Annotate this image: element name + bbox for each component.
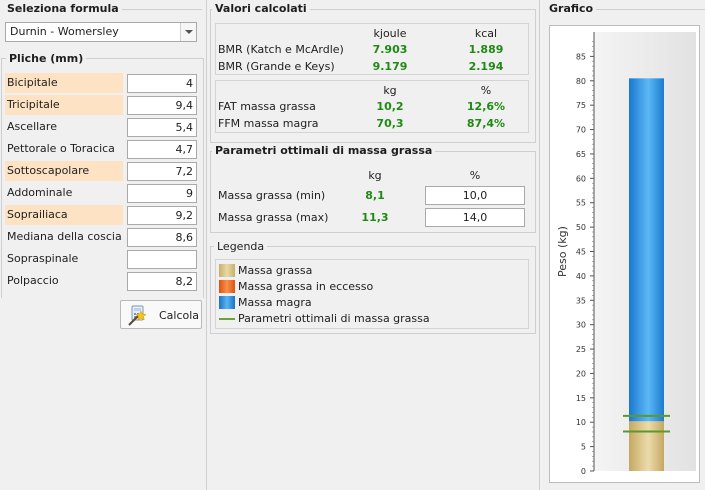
comp-row-label: FFM massa magra	[218, 117, 319, 130]
pliche-input[interactable]	[127, 250, 197, 269]
comp-row-pct: 12,6%	[466, 100, 506, 113]
bmr-row-kjoule: 9.179	[372, 60, 408, 73]
pliche-label: Mediana della coscia	[7, 230, 122, 243]
comp-row-kg: 70,3	[376, 117, 404, 130]
pliche-label: Sottoscapolare	[5, 161, 123, 181]
legend-label: Parametri ottimali di massa grassa	[238, 312, 430, 325]
y-tick-label: 10	[576, 418, 586, 427]
pliche-label: Pettorale o Toracica	[7, 142, 115, 155]
pliche-input[interactable]: 8,6	[127, 228, 197, 247]
pliche-label: Ascellare	[7, 120, 57, 133]
y-tick-label: 85	[576, 52, 586, 61]
comp-row-label: FAT massa grassa	[218, 100, 316, 113]
chevron-down-icon[interactable]	[180, 23, 196, 41]
comp-col1-header: kg	[383, 84, 397, 97]
bmr-row-kjoule: 7.903	[372, 43, 408, 56]
pliche-input[interactable]: 7,2	[127, 162, 197, 181]
pliche-input[interactable]: 8,2	[127, 272, 197, 291]
comp-col2-header: %	[480, 84, 492, 97]
y-axis-label: Peso (kg)	[556, 226, 569, 277]
legend-color-swatch	[219, 296, 235, 309]
y-tick-label: 40	[576, 272, 586, 281]
calcola-button[interactable]: Calcola	[120, 300, 202, 329]
bmr-row-label: BMR (Grande e Keys)	[218, 60, 335, 73]
parametri-col1-header: kg	[368, 169, 382, 182]
parametri-row-label: Massa grassa (max)	[218, 211, 329, 224]
pliche-input[interactable]: 9,2	[127, 206, 197, 225]
legend-color-swatch	[219, 280, 235, 293]
pliche-label: Soprailiaca	[5, 205, 123, 225]
bmr-row-kcal: 2.194	[468, 60, 504, 73]
parametri-pct-input[interactable]: 14,0	[425, 208, 525, 227]
legend-label: Massa magra	[238, 296, 312, 309]
y-tick-label: 20	[576, 369, 586, 378]
bar-massa-grassa	[629, 421, 664, 471]
column-separator-right	[539, 0, 540, 490]
y-tick-label: 15	[576, 394, 586, 403]
parametri-row-kg: 8,1	[365, 189, 385, 202]
y-tick-label: 35	[576, 296, 586, 305]
bmr-row-label: BMR (Katch e McArdle)	[218, 43, 344, 56]
y-tick-label: 50	[576, 223, 586, 232]
calcola-button-label: Calcola	[159, 309, 200, 322]
y-tick-label: 45	[576, 248, 586, 257]
formula-select-value: Durnin - Womersley	[10, 25, 119, 38]
formula-group-title: Seleziona formula	[4, 2, 122, 15]
legenda-group-title: Legenda	[214, 240, 268, 253]
y-tick-label: 0	[581, 467, 586, 476]
parametri-row-label: Massa grassa (min)	[218, 189, 326, 202]
y-tick-label: 80	[576, 77, 586, 86]
grafico-group-title: Grafico	[546, 2, 597, 15]
bar-massa-magra	[629, 78, 664, 422]
legend-line-swatch	[219, 318, 235, 320]
formula-select[interactable]: Durnin - Womersley	[5, 22, 197, 42]
chart-container: 0 5 10 15 20 25 30 35 40 45 50 55 60 65 70 75 80 85 Peso (…	[549, 25, 700, 483]
pliche-label: Polpaccio	[7, 274, 59, 287]
legend-label: Massa grassa	[238, 264, 313, 277]
comp-row-pct: 87,4%	[466, 117, 506, 130]
pliche-input[interactable]: 4	[127, 74, 197, 93]
parametri-group-title: Parametri ottimali di massa grassa	[212, 144, 436, 157]
y-tick-label: 5	[581, 443, 586, 452]
legend-color-swatch	[219, 264, 235, 277]
bmr-col2-header: kcal	[474, 27, 498, 40]
y-tick-label: 65	[576, 150, 586, 159]
bmr-col1-header: kjoule	[373, 27, 407, 40]
legend-label: Massa grassa in eccesso	[238, 280, 374, 293]
pliche-label: Addominale	[7, 186, 73, 199]
pliche-input[interactable]: 5,4	[127, 118, 197, 137]
valori-group-title: Valori calcolati	[212, 2, 310, 15]
calculate-wand-icon	[128, 305, 147, 326]
grafico-divider	[590, 9, 705, 10]
pliche-group-title: Pliche (mm)	[6, 52, 87, 65]
bmr-row-kcal: 1.889	[468, 43, 504, 56]
pliche-input[interactable]: 9,4	[127, 96, 197, 115]
comp-row-kg: 10,2	[376, 100, 404, 113]
parametri-col2-header: %	[469, 169, 481, 182]
y-tick-label: 55	[576, 199, 586, 208]
parametri-row-kg: 11,3	[361, 211, 389, 224]
pliche-label: Sopraspinale	[7, 252, 79, 265]
column-separator-left	[206, 0, 207, 490]
pliche-label: Tricipitale	[5, 95, 123, 115]
pliche-input[interactable]: 9	[127, 184, 197, 203]
y-tick-label: 75	[576, 101, 586, 110]
y-tick-label: 30	[576, 321, 586, 330]
y-tick-label: 25	[576, 345, 586, 354]
pliche-input[interactable]: 4,7	[127, 140, 197, 159]
weight-chart: 0 5 10 15 20 25 30 35 40 45 50 55 60 65 70 75 80 85 Peso (…	[556, 32, 696, 476]
y-tick-label: 70	[576, 126, 586, 135]
parametri-pct-input[interactable]: 10,0	[425, 186, 525, 205]
pliche-label: Bicipitale	[5, 73, 123, 93]
y-tick-label: 60	[576, 174, 586, 183]
